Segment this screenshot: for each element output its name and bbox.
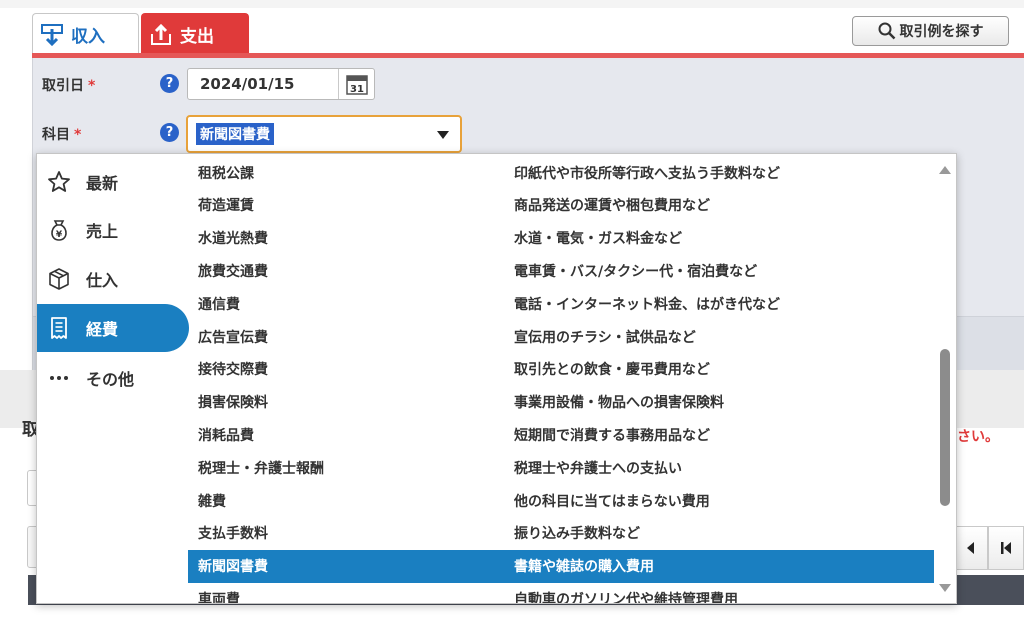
account-description: 宣伝用のチラシ・試供品など (514, 329, 696, 346)
svg-text:¥: ¥ (56, 230, 63, 240)
category-expenses[interactable]: 経費 (37, 304, 189, 352)
date-help-icon[interactable]: ? (160, 74, 179, 93)
account-name: 車両費 (198, 591, 240, 604)
account-description: 印紙代や市役所等行政へ支払う手数料など (514, 165, 780, 182)
top-strip (0, 0, 1024, 8)
account-row[interactable]: 広告宣伝費 宣伝用のチラシ・試供品など (188, 320, 934, 353)
account-name: 接待交際費 (198, 362, 268, 379)
scroll-up-icon[interactable] (939, 166, 951, 174)
account-description: 事業用設備・物品への損害保険料 (514, 395, 724, 412)
chevron-down-icon[interactable] (432, 124, 454, 146)
svg-text:31: 31 (350, 84, 364, 95)
account-description: 税理士や弁護士への支払い (514, 460, 682, 477)
tab-expense-label: 支出 (180, 27, 214, 47)
tab-income-label: 収入 (71, 27, 105, 47)
account-name: 旅費交通費 (198, 263, 268, 280)
subject-value: 新聞図書費 (196, 123, 274, 145)
account-name: 通信費 (198, 296, 240, 313)
account-row[interactable]: 税理士・弁護士報酬 税理士や弁護士への支払い (188, 451, 934, 484)
account-description: 短期間で消費する事務用品など (514, 427, 710, 444)
category-list: 最新 ¥ 売上 仕入 経費 その他 (37, 154, 189, 603)
account-row[interactable]: 荷造運賃 商品発送の運賃や梱包費用など (188, 189, 934, 222)
subject-select[interactable]: 新聞図書費 (186, 115, 462, 153)
account-name: 支払手数料 (198, 526, 268, 543)
account-description: 取引先との飲食・慶弔費用など (514, 362, 710, 379)
account-name: 損害保険料 (198, 395, 268, 412)
account-list: 租税公課 印紙代や市役所等行政へ支払う手数料など荷造運賃 商品発送の運賃や梱包費用な… (188, 154, 934, 604)
account-name: 税理士・弁護士報酬 (198, 460, 324, 477)
account-description: 水道・電気・ガス料金など (514, 231, 682, 248)
account-description: 商品発送の運賃や梱包費用など (514, 198, 710, 215)
account-name: 雑費 (198, 493, 226, 510)
subject-dropdown: 最新 ¥ 売上 仕入 経費 その他 租税公課 印紙代や市役所等行政へ支払う手数料な… (36, 153, 957, 604)
prev-page-button[interactable] (952, 526, 988, 570)
account-name: 消耗品費 (198, 427, 254, 444)
account-description: 電車賃・バス/タクシー代・宿泊費など (514, 263, 758, 280)
star-icon (46, 169, 72, 195)
account-row[interactable]: 支払手数料 振り込み手数料など (188, 517, 934, 550)
tab-expense[interactable]: 支出 (141, 13, 249, 55)
category-sales[interactable]: ¥ 売上 (37, 206, 188, 254)
account-row[interactable]: 旅費交通費 電車賃・バス/タクシー代・宿泊費など (188, 254, 934, 287)
account-row[interactable]: 水道光熱費 水道・電気・ガス料金など (188, 222, 934, 255)
subject-help-icon[interactable]: ? (160, 123, 179, 142)
notice-text: さい。 (957, 429, 999, 445)
first-page-button[interactable] (988, 526, 1024, 570)
subject-label: 科目 * (42, 127, 82, 143)
account-description: 他の科目に当てはまらない費用 (514, 493, 710, 510)
search-icon (878, 22, 895, 40)
required-mark: * (88, 78, 96, 94)
pager (952, 526, 1024, 570)
receipt-icon (46, 315, 72, 341)
date-label: 取引日 * (42, 78, 96, 94)
find-example-button[interactable]: 取引例を探す (852, 16, 1009, 46)
income-icon (41, 23, 63, 46)
money-bag-icon: ¥ (46, 217, 72, 243)
account-row[interactable]: 車両費 自動車のガソリン代や維持管理費用 (188, 582, 934, 604)
account-row[interactable]: 通信費 電話・インターネット料金、はがき代など (188, 287, 934, 320)
find-example-label: 取引例を探す (899, 24, 984, 40)
account-description: 自動車のガソリン代や維持管理費用 (514, 591, 738, 604)
account-row[interactable]: 雑費 他の科目に当てはまらない費用 (188, 484, 934, 517)
account-row[interactable]: 新聞図書費 書籍や雑誌の購入費用 (188, 549, 934, 583)
account-name: 租税公課 (198, 165, 254, 182)
calendar-icon[interactable]: 31 (338, 69, 374, 99)
scroll-down-icon[interactable] (939, 584, 951, 592)
dropdown-scrollbar[interactable] (934, 154, 956, 603)
type-tabs: 収入 支出 (32, 13, 249, 55)
account-name: 荷造運賃 (198, 198, 254, 215)
category-label: 経費 (86, 320, 119, 339)
account-name: 水道光熱費 (198, 231, 268, 248)
account-description: 書籍や雑誌の購入費用 (514, 559, 654, 576)
account-row[interactable]: 接待交際費 取引先との飲食・慶弔費用など (188, 353, 934, 386)
date-value: 2024/01/15 (200, 75, 295, 93)
box-icon (46, 266, 72, 292)
account-row[interactable]: 租税公課 印紙代や市役所等行政へ支払う手数料など (188, 156, 934, 189)
category-label: 売上 (86, 222, 119, 241)
account-description: 振り込み手数料など (514, 526, 640, 543)
account-row[interactable]: 消耗品費 短期間で消費する事務用品など (188, 418, 934, 451)
category-label: その他 (86, 370, 135, 389)
category-label: 最新 (86, 174, 119, 193)
account-row[interactable]: 損害保険料 事業用設備・物品への損害保険料 (188, 386, 934, 419)
account-name: 新聞図書費 (198, 559, 268, 576)
category-other[interactable]: その他 (37, 354, 188, 402)
category-purchase[interactable]: 仕入 (37, 255, 188, 303)
date-input[interactable]: 2024/01/15 31 (187, 68, 375, 100)
more-icon (46, 365, 72, 391)
required-mark: * (74, 127, 82, 143)
category-label: 仕入 (86, 271, 119, 290)
expense-icon (150, 23, 172, 46)
category-latest[interactable]: 最新 (37, 158, 188, 206)
scrollbar-thumb[interactable] (940, 349, 950, 506)
account-description: 電話・インターネット料金、はがき代など (514, 296, 780, 313)
account-name: 広告宣伝費 (198, 329, 268, 346)
tab-income[interactable]: 収入 (32, 13, 139, 55)
